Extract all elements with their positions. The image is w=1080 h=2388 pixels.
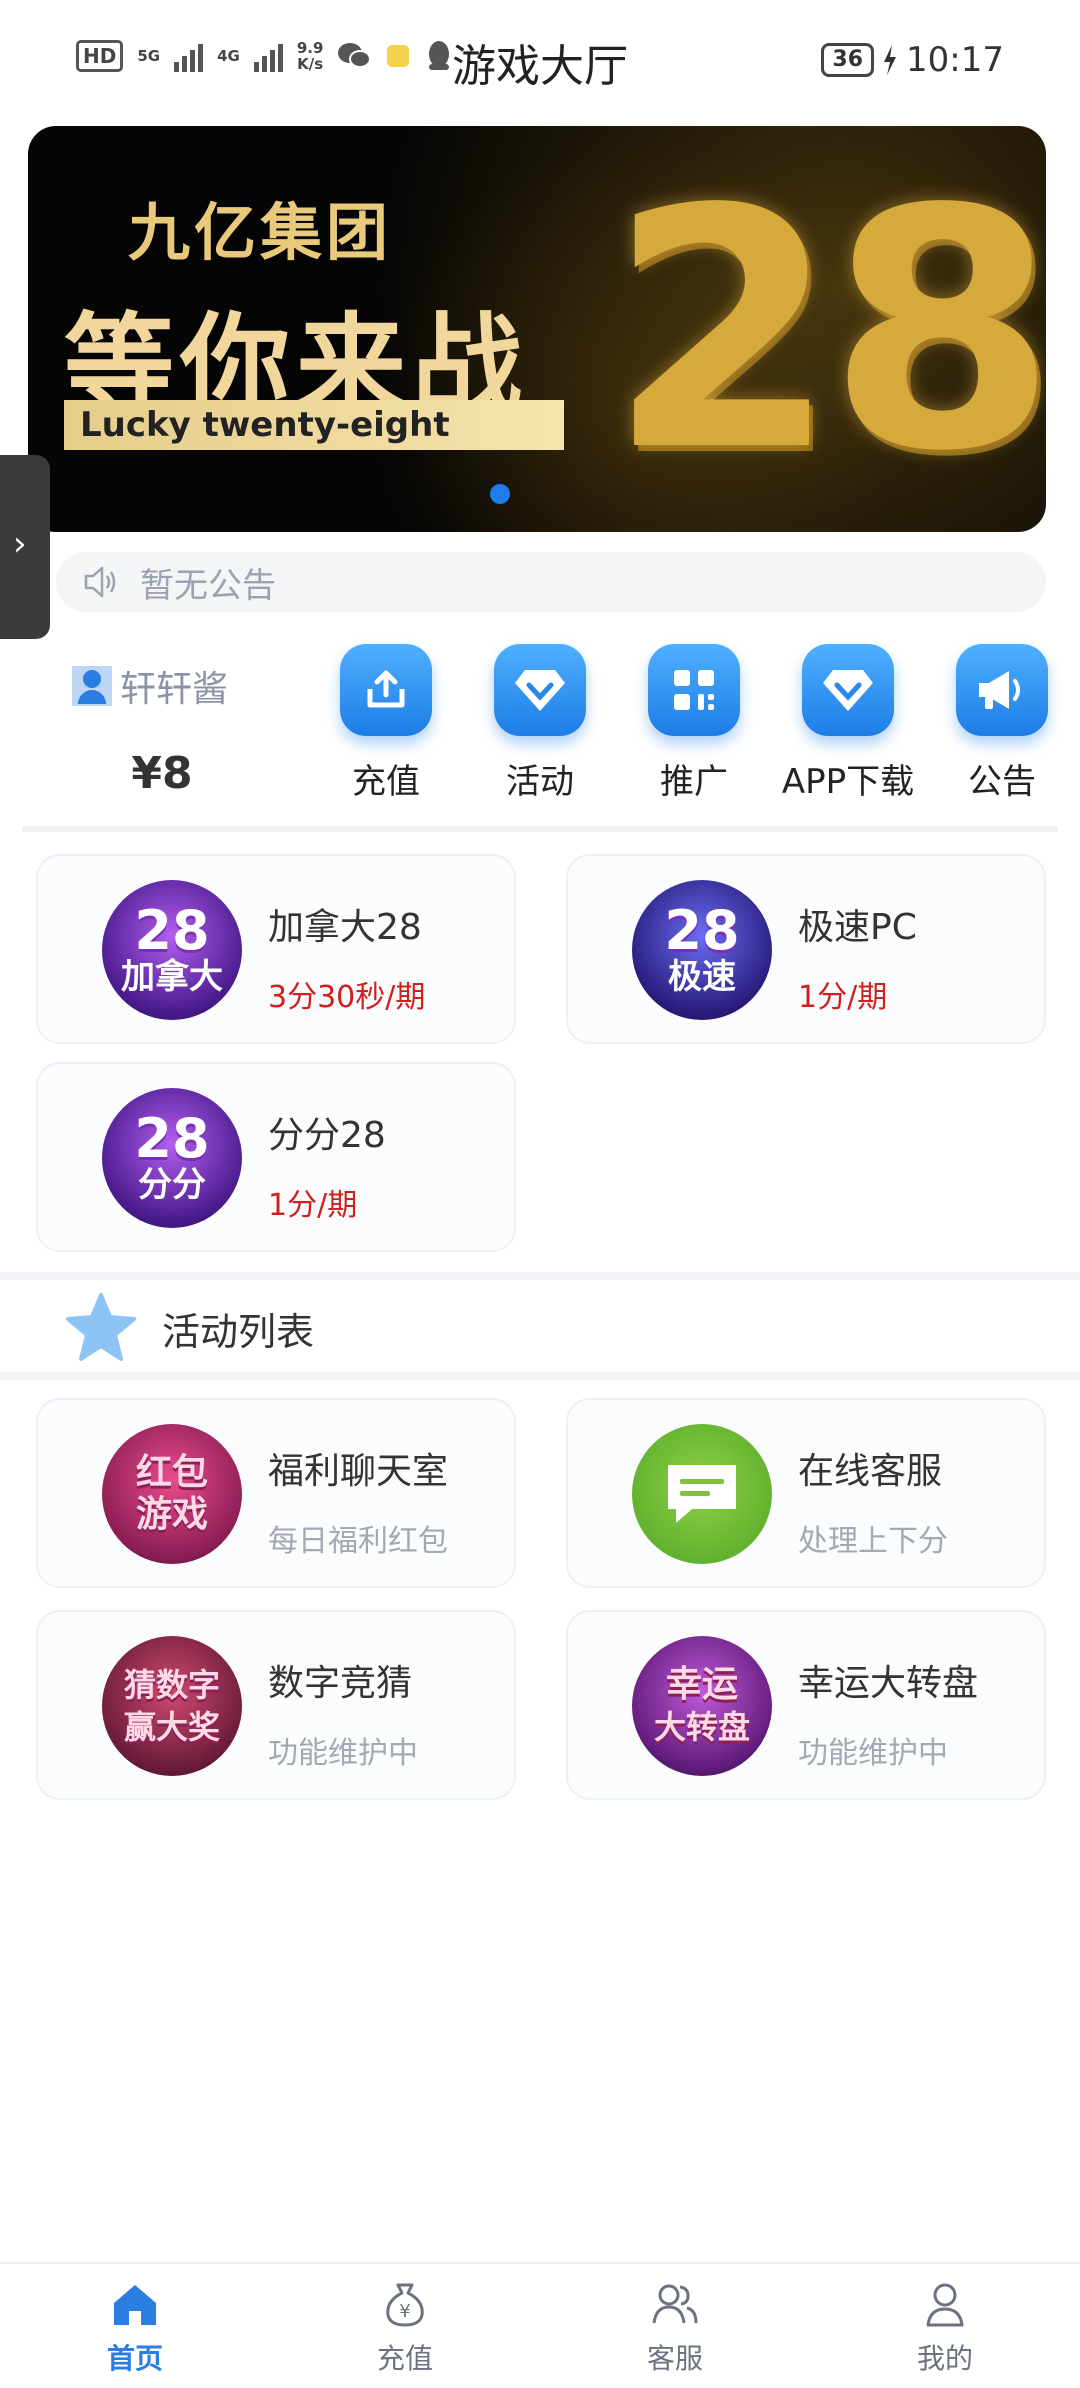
activity-badge-text: 猜数字 bbox=[123, 1666, 220, 1704]
charging-icon bbox=[884, 45, 897, 75]
users-icon bbox=[652, 2284, 698, 2324]
game-card-canada28[interactable]: 28 加拿大 加拿大28 3分30秒/期 bbox=[36, 854, 516, 1044]
nav-recharge[interactable]: ¥ 充值 bbox=[270, 2264, 540, 2388]
upload-icon bbox=[340, 644, 432, 736]
game-title: 加拿大28 bbox=[268, 907, 422, 948]
game-title: 分分28 bbox=[268, 1115, 386, 1156]
divider bbox=[0, 1272, 1080, 1280]
activity-badge: 红包 游戏 bbox=[102, 1424, 242, 1564]
speaker-icon bbox=[84, 566, 116, 598]
avatar bbox=[72, 666, 112, 706]
carousel-indicator[interactable] bbox=[490, 484, 510, 504]
battery-indicator: 36 bbox=[821, 43, 875, 77]
game-badge: 28 分分 bbox=[102, 1088, 242, 1228]
announcement-bar[interactable]: 暂无公告 bbox=[56, 552, 1046, 612]
activity-badge: 幸运 大转盘 bbox=[632, 1636, 772, 1776]
nav-label: 充值 bbox=[376, 2342, 433, 2375]
diamond-icon bbox=[494, 644, 586, 736]
activity-badge-text: 幸运 bbox=[665, 1664, 738, 1705]
nav-home[interactable]: 首页 bbox=[0, 2264, 270, 2388]
activity-badge-text: 游戏 bbox=[135, 1494, 208, 1535]
megaphone-icon bbox=[956, 644, 1048, 736]
quick-action-recharge[interactable]: 充值 bbox=[306, 644, 466, 803]
user-name-row: 轩轩酱 bbox=[72, 660, 312, 712]
game-badge: 28 极速 bbox=[632, 880, 772, 1020]
activity-title: 福利聊天室 bbox=[268, 1451, 449, 1492]
quick-action-label: 充值 bbox=[352, 762, 420, 802]
home-icon bbox=[114, 2285, 156, 2325]
nav-profile[interactable]: 我的 bbox=[810, 2264, 1080, 2388]
nav-support[interactable]: 客服 bbox=[540, 2264, 810, 2388]
user-summary: 轩轩酱 ¥8 bbox=[72, 660, 312, 799]
activity-card-chatroom[interactable]: 红包 游戏 福利聊天室 每日福利红包 bbox=[36, 1398, 516, 1588]
divider bbox=[22, 826, 1058, 832]
game-card-fenfen28[interactable]: 28 分分 分分28 1分/期 bbox=[36, 1062, 516, 1252]
section-title: 活动列表 bbox=[162, 1309, 315, 1354]
diamond-icon bbox=[802, 644, 894, 736]
quick-action-label: 公告 bbox=[968, 762, 1036, 802]
quick-action-app-download[interactable]: APP下载 bbox=[768, 644, 928, 803]
game-card-speed-pc[interactable]: 28 极速 极速PC 1分/期 bbox=[566, 854, 1046, 1044]
star-icon bbox=[66, 1293, 136, 1361]
activity-title: 在线客服 bbox=[798, 1451, 943, 1492]
user-balance: ¥8 bbox=[131, 748, 193, 799]
status-icons-right: 36 10:17 bbox=[821, 40, 1004, 80]
activity-badge: 猜数字 赢大奖 bbox=[102, 1636, 242, 1776]
activity-subtitle: 功能维护中 bbox=[798, 1736, 948, 1771]
nav-label: 客服 bbox=[646, 2342, 703, 2375]
divider bbox=[0, 1372, 1080, 1380]
activity-badge-text: 红包 bbox=[135, 1452, 208, 1493]
chevron-right-icon: › bbox=[13, 524, 27, 564]
quick-action-label: 活动 bbox=[506, 762, 574, 802]
game-badge-text: 加拿大 bbox=[121, 957, 223, 997]
game-badge-text: 分分 bbox=[138, 1165, 206, 1205]
quick-action-label: 推广 bbox=[660, 762, 728, 802]
qr-icon bbox=[648, 644, 740, 736]
status-bar: HD 5G 4G 9.9 K/s 游戏大厅 36 10:17 bbox=[0, 0, 1080, 124]
activity-card-lucky-wheel[interactable]: 幸运 大转盘 幸运大转盘 功能维护中 bbox=[566, 1610, 1046, 1800]
clock: 10:17 bbox=[906, 40, 1004, 80]
banner-tagline: Lucky twenty-eight bbox=[64, 400, 564, 450]
game-badge-number: 28 bbox=[134, 1107, 210, 1170]
activity-title: 幸运大转盘 bbox=[798, 1663, 979, 1704]
activity-subtitle: 功能维护中 bbox=[268, 1736, 418, 1771]
game-badge-number: 28 bbox=[664, 899, 740, 962]
game-badge-number: 28 bbox=[134, 899, 210, 962]
user-name: 轩轩酱 bbox=[120, 669, 229, 710]
game-badge-text: 极速 bbox=[668, 957, 736, 997]
nav-label: 我的 bbox=[916, 2342, 973, 2375]
quick-action-promote[interactable]: 推广 bbox=[614, 644, 774, 803]
game-period: 1分/期 bbox=[798, 980, 888, 1015]
money-bag-icon: ¥ bbox=[386, 2283, 424, 2327]
game-period: 1分/期 bbox=[268, 1188, 358, 1223]
quick-action-activity[interactable]: 活动 bbox=[460, 644, 620, 803]
activity-badge-text: 赢大奖 bbox=[123, 1708, 220, 1746]
chat-icon bbox=[632, 1424, 772, 1564]
banner-number: 28 bbox=[608, 139, 1046, 523]
person-icon bbox=[926, 2283, 964, 2327]
quick-action-label: APP下载 bbox=[781, 762, 915, 802]
activity-section-header: 活动列表 bbox=[0, 1282, 1080, 1374]
activity-subtitle: 每日福利红包 bbox=[268, 1524, 448, 1559]
activity-subtitle: 处理上下分 bbox=[798, 1524, 948, 1559]
nav-label: 首页 bbox=[106, 2342, 163, 2375]
promo-banner[interactable]: 九亿集团 等你来战 Lucky twenty-eight 28 bbox=[28, 126, 1046, 532]
game-title: 极速PC bbox=[798, 907, 917, 948]
activity-title: 数字竞猜 bbox=[268, 1663, 413, 1704]
svg-text:¥: ¥ bbox=[399, 2301, 410, 2322]
side-drawer-handle[interactable]: › bbox=[0, 455, 50, 639]
game-badge: 28 加拿大 bbox=[102, 880, 242, 1020]
quick-action-announcement[interactable]: 公告 bbox=[922, 644, 1080, 803]
game-period: 3分30秒/期 bbox=[268, 980, 426, 1015]
activity-card-number-guess[interactable]: 猜数字 赢大奖 数字竞猜 功能维护中 bbox=[36, 1610, 516, 1800]
activity-badge-text: 大转盘 bbox=[653, 1708, 750, 1746]
activity-card-support[interactable]: 在线客服 处理上下分 bbox=[566, 1398, 1046, 1588]
banner-brand: 九亿集团 bbox=[128, 196, 393, 269]
bottom-navigation: 首页 ¥ 充值 客服 我的 bbox=[0, 2262, 1080, 2388]
announcement-text: 暂无公告 bbox=[140, 565, 276, 606]
